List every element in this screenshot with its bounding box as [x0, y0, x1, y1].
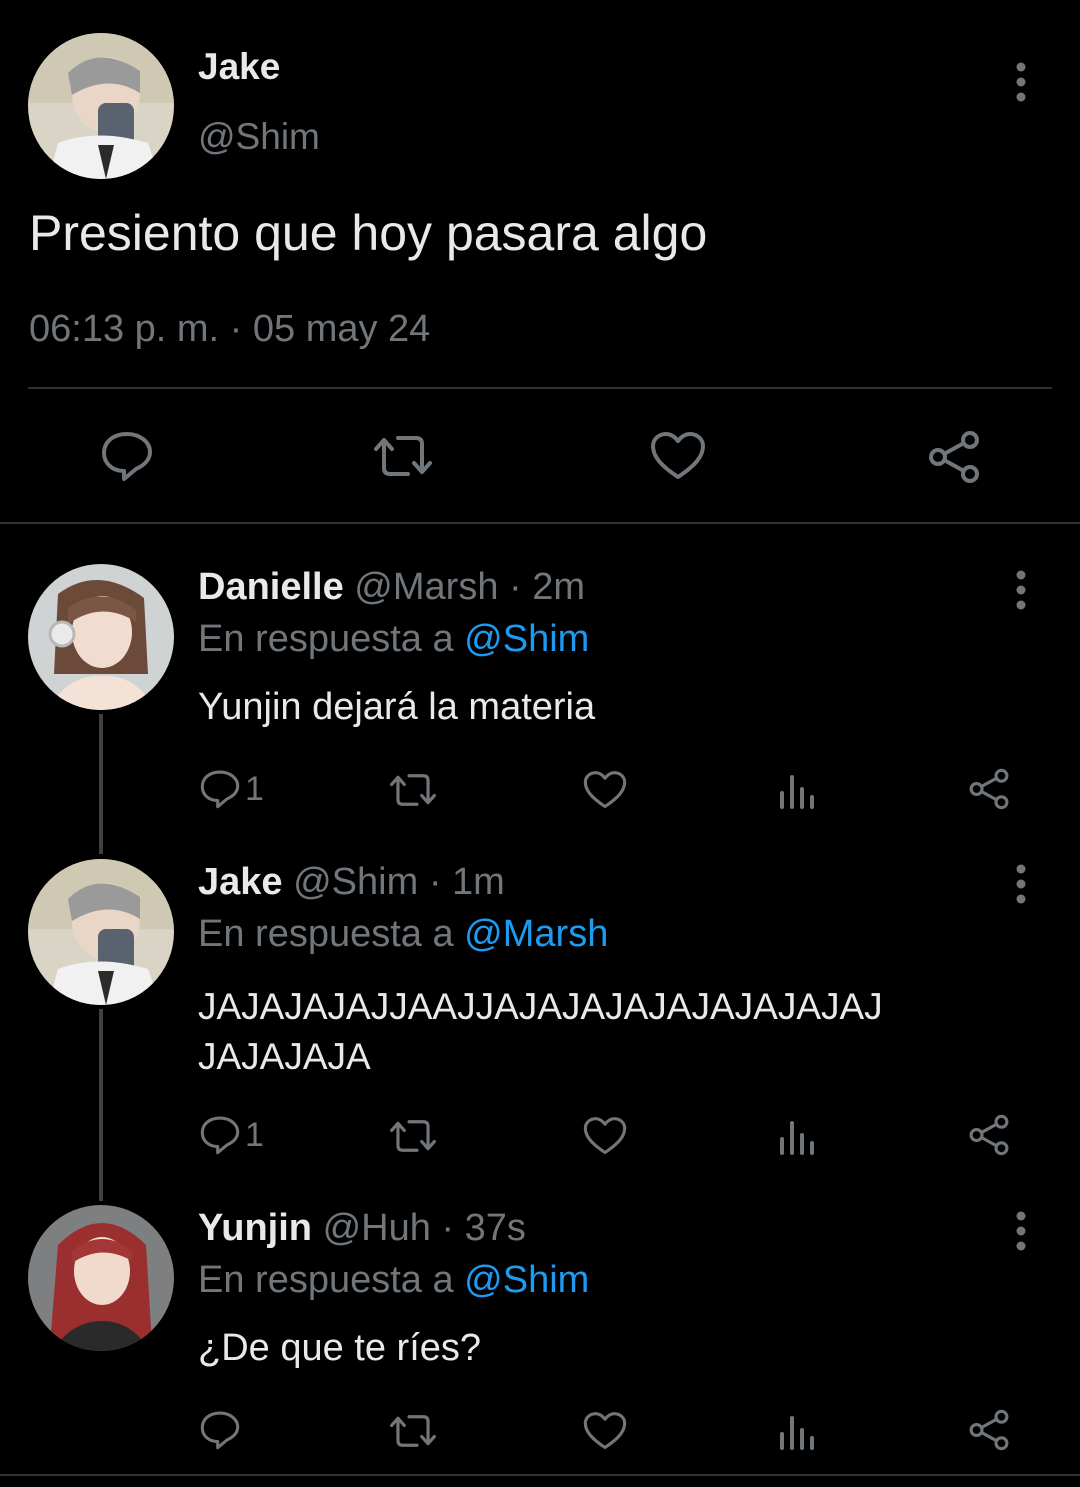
author-name[interactable]: Danielle	[198, 566, 344, 608]
divider	[0, 1474, 1080, 1476]
reply-button[interactable]: 1	[199, 1115, 264, 1155]
more-options-icon[interactable]	[1006, 862, 1036, 906]
reply-to-mention[interactable]: @Shim	[464, 1259, 589, 1301]
reply-icon	[200, 1411, 240, 1450]
analytics-icon	[780, 1416, 814, 1450]
share-button[interactable]	[967, 1114, 1011, 1156]
reply-context: En respuesta a @Shim	[198, 1259, 589, 1302]
more-options-icon[interactable]	[1006, 60, 1036, 104]
analytics-button[interactable]	[778, 771, 816, 809]
author-name[interactable]: Jake	[198, 46, 280, 88]
like-icon	[583, 1412, 627, 1450]
reply-text: Yunjin dejará la materia	[198, 686, 596, 728]
reply-to-mention[interactable]: @Shim	[464, 618, 589, 660]
reply-button[interactable]	[100, 430, 154, 482]
more-options-icon[interactable]	[1006, 1209, 1036, 1253]
share-icon	[929, 431, 979, 483]
retweet-button[interactable]	[388, 1117, 438, 1155]
retweet-icon	[390, 1415, 436, 1447]
reply-count: 1	[245, 1115, 264, 1154]
share-button[interactable]	[967, 1409, 1011, 1451]
analytics-button[interactable]	[778, 1412, 816, 1450]
like-button[interactable]	[583, 1116, 627, 1156]
thread-line	[99, 1009, 103, 1201]
like-icon	[583, 1117, 627, 1155]
retweet-icon	[390, 1120, 436, 1152]
reply-time[interactable]: · 37s	[441, 1207, 525, 1249]
avatar-danielle[interactable]	[28, 564, 174, 710]
reply-header: Danielle @Marsh · 2m	[198, 566, 585, 609]
reply-icon	[200, 1116, 240, 1155]
reply-text: ¿De que te ríes?	[198, 1327, 482, 1369]
reply-time[interactable]: · 1m	[429, 861, 505, 903]
avatar-jake[interactable]	[28, 859, 174, 1005]
reply-button[interactable]: 1	[199, 769, 264, 809]
like-button[interactable]	[650, 431, 706, 481]
author-handle[interactable]: @Marsh	[354, 566, 498, 608]
reply-text-line: JAJAJAJA	[198, 1036, 371, 1077]
reply-context: En respuesta a @Marsh	[198, 913, 608, 956]
retweet-button[interactable]	[388, 771, 438, 809]
tweet-text: Presiento que hoy pasara algo	[29, 205, 708, 261]
reply-icon	[200, 770, 240, 809]
reply-context-prefix: En respuesta a	[198, 618, 454, 660]
more-options-icon[interactable]	[1006, 568, 1036, 612]
reply-header: Yunjin @Huh · 37s	[198, 1207, 526, 1250]
analytics-icon	[780, 775, 814, 809]
reply-header: Jake @Shim · 1m	[198, 861, 505, 904]
avatar-yunjin[interactable]	[28, 1205, 174, 1351]
retweet-button[interactable]	[372, 432, 434, 480]
author-name[interactable]: Jake	[198, 861, 283, 903]
like-button[interactable]	[583, 1411, 627, 1451]
author-handle[interactable]: @Shim	[198, 116, 320, 158]
reply-text: JAJAJAJAJJAAJJAJAJAJAJAJAJAJAJAJ JAJAJAJ…	[198, 982, 883, 1082]
share-button[interactable]	[967, 768, 1011, 810]
reply-button[interactable]	[199, 1410, 241, 1450]
share-button[interactable]	[926, 430, 982, 484]
divider	[0, 522, 1080, 524]
author-handle[interactable]: @Huh	[323, 1207, 431, 1249]
analytics-icon	[780, 1121, 814, 1155]
like-button[interactable]	[583, 770, 627, 810]
reply-to-mention[interactable]: @Marsh	[464, 913, 608, 955]
avatar-jake[interactable]	[28, 33, 174, 179]
retweet-icon	[374, 436, 432, 476]
reply-text-line: JAJAJAJAJJAAJJAJAJAJAJAJAJAJAJAJ	[198, 986, 883, 1027]
reply-context: En respuesta a @Shim	[198, 618, 589, 661]
reply-context-prefix: En respuesta a	[198, 913, 454, 955]
like-icon	[583, 771, 627, 809]
retweet-button[interactable]	[388, 1412, 438, 1450]
tweet-timestamp[interactable]: 06:13 p. m. · 05 may 24	[29, 308, 430, 351]
divider	[28, 387, 1052, 389]
author-name[interactable]: Yunjin	[198, 1207, 312, 1249]
thread-line	[99, 714, 103, 854]
share-icon	[969, 1114, 1009, 1156]
retweet-icon	[390, 774, 436, 806]
reply-count: 1	[245, 769, 264, 808]
analytics-button[interactable]	[778, 1117, 816, 1155]
reply-time[interactable]: · 2m	[509, 566, 585, 608]
like-icon	[651, 432, 705, 479]
reply-icon	[102, 432, 152, 481]
author-handle[interactable]: @Shim	[293, 861, 418, 903]
reply-context-prefix: En respuesta a	[198, 1259, 454, 1301]
share-icon	[969, 768, 1009, 810]
share-icon	[969, 1409, 1009, 1451]
